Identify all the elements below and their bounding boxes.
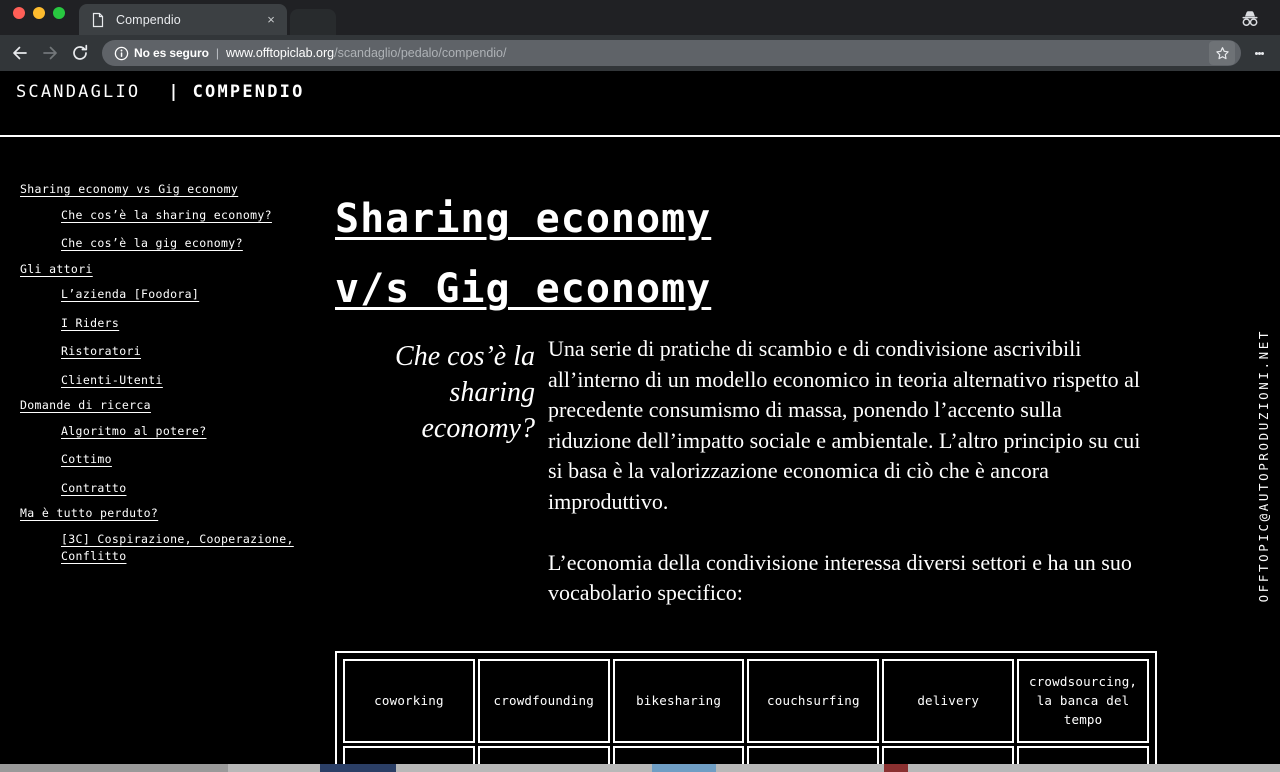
table-cell: coworking: [343, 658, 475, 743]
address-bar[interactable]: No es seguro | www.offtopiclab.org/scand…: [102, 40, 1241, 66]
table-cell: crowdfounding: [477, 658, 610, 743]
star-icon[interactable]: [1209, 41, 1235, 65]
vocabulary-table-frame: coworking crowdfounding bikesharing couc…: [335, 650, 1157, 772]
site-header: SCANDAGLIO | COMPENDIO: [0, 71, 1280, 113]
sidebar-item-cottimo[interactable]: Cottimo: [20, 451, 335, 469]
menu-dot: [1260, 51, 1264, 55]
content-area: Sharing economy vs Gig economy Che cos’è…: [0, 137, 1280, 772]
new-tab-area[interactable]: [290, 9, 336, 35]
url-text[interactable]: www.offtopiclab.org/scandaglio/pedalo/co…: [226, 46, 1209, 60]
taskbar-segment: [652, 764, 716, 772]
sidebar-item-label[interactable]: Sharing economy vs Gig economy: [20, 182, 238, 196]
window-close-button[interactable]: [13, 6, 25, 19]
sidebar-item-label[interactable]: Cottimo: [61, 452, 112, 466]
sidebar-item-label[interactable]: Ma è tutto perduto?: [20, 506, 158, 520]
sidebar-item-label[interactable]: Domande di ricerca: [20, 398, 151, 412]
paragraph-1: Una serie di pratiche di scambio e di co…: [548, 336, 1141, 514]
back-arrow-icon[interactable]: [6, 39, 34, 67]
sidebar-item-i-riders[interactable]: I Riders: [20, 315, 335, 333]
sidebar-item-ma-e-tutto-perduto[interactable]: Ma è tutto perduto?: [20, 506, 335, 520]
main-content: Sharing economy v/s Gig economy Che cos’è…: [335, 184, 1280, 772]
tab-strip: Compendio ×: [0, 0, 1280, 35]
window-minimize-button[interactable]: [33, 6, 45, 19]
sidebar-item-label[interactable]: Gli attori: [20, 262, 93, 276]
sidebar-item-gli-attori[interactable]: Gli attori: [20, 262, 335, 276]
page-viewport: SCANDAGLIO | COMPENDIO Sharing economy v…: [0, 71, 1280, 772]
desktop-taskbar-sliver: [0, 764, 1280, 772]
taskbar-segment: [884, 764, 908, 772]
incognito-icon: [1230, 5, 1270, 31]
table-row: coworking crowdfounding bikesharing couc…: [343, 658, 1149, 743]
tab-title: Compendio: [116, 12, 181, 27]
window-maximize-button[interactable]: [53, 6, 65, 19]
sidebar-item-ristoratori[interactable]: Ristoratori: [20, 343, 335, 361]
omnibox-actions: [1209, 41, 1235, 65]
vertical-email-text: OFFTOPIC@AUTOPRODUZIONI.NET: [1255, 329, 1271, 603]
close-icon[interactable]: ×: [263, 12, 279, 28]
intro-row: Che cos’è la sharing economy? Una serie …: [335, 334, 1280, 609]
sidebar-item-label[interactable]: Che cos’è la gig economy?: [61, 236, 243, 250]
window-controls: [0, 0, 77, 35]
sidebar-item-label[interactable]: Algoritmo al potere?: [61, 424, 206, 438]
taskbar-segment: [320, 764, 396, 772]
sidebar-item-che-cose-gig[interactable]: Che cos’è la gig economy?: [20, 235, 335, 253]
table-cell: bikesharing: [612, 658, 745, 743]
sidebar-item-contratto[interactable]: Contratto: [20, 480, 335, 498]
sidebar-item-label[interactable]: Che cos’è la sharing economy?: [61, 208, 272, 222]
page-icon: [90, 12, 106, 28]
table-cell: couchsurfing: [747, 658, 880, 743]
vertical-email-label[interactable]: OFFTOPIC@AUTOPRODUZIONI.NET: [1246, 231, 1280, 701]
browser-tab-compendio[interactable]: Compendio ×: [79, 4, 287, 35]
taskbar-segment: [0, 764, 228, 772]
brand-scandaglio[interactable]: SCANDAGLIO: [16, 82, 140, 102]
vocabulary-table: coworking crowdfounding bikesharing couc…: [340, 656, 1152, 772]
omnibox-separator: |: [215, 46, 219, 60]
page-title-line-1: Sharing economy: [335, 196, 712, 242]
sidebar-item-label[interactable]: L’azienda [Foodora]: [61, 287, 199, 301]
brand-separator: |: [168, 82, 179, 102]
table-of-contents: Sharing economy vs Gig economy Che cos’è…: [0, 182, 335, 577]
sidebar-item-label[interactable]: Contratto: [61, 481, 126, 495]
sidebar-item-label[interactable]: Ristoratori: [61, 344, 141, 358]
sidebar-item-domande-di-ricerca[interactable]: Domande di ricerca: [20, 398, 335, 412]
sidebar-item-sharing-vs-gig[interactable]: Sharing economy vs Gig economy: [20, 182, 335, 196]
sidebar-item-clienti-utenti[interactable]: Clienti-Utenti: [20, 372, 335, 390]
forward-arrow-icon: [36, 39, 64, 67]
security-status-label: No es seguro: [134, 46, 209, 60]
sidebar-item-label[interactable]: Clienti-Utenti: [61, 373, 163, 387]
three-dot-menu-icon[interactable]: [1246, 39, 1272, 67]
table-cell: crowdsourcing, la banca del tempo: [1017, 658, 1149, 743]
url-host: www.offtopiclab.org: [225, 46, 335, 60]
sidebar-item-3c-cospirazione[interactable]: [3C] Cospirazione, Cooperazione, Conflit…: [20, 531, 335, 566]
paragraph-2: L’economia della condivisione interessa …: [548, 549, 1132, 606]
page-title-line-2: v/s Gig economy: [335, 266, 712, 312]
browser-chrome: Compendio × No es seguro | www.offtopicl…: [0, 0, 1280, 71]
info-circle-icon[interactable]: [114, 46, 129, 61]
sidebar-item-label[interactable]: I Riders: [61, 316, 119, 330]
sidebar-item-label[interactable]: [3C] Cospirazione, Cooperazione, Conflit…: [61, 532, 294, 564]
browser-toolbar: No es seguro | www.offtopiclab.org/scand…: [0, 35, 1280, 71]
sidebar-item-algoritmo-al-potere[interactable]: Algoritmo al potere?: [20, 423, 335, 441]
brand-compendio[interactable]: COMPENDIO: [193, 82, 305, 102]
sidebar-item-lazienda-foodora[interactable]: L’azienda [Foodora]: [20, 286, 335, 304]
intro-body: Una serie di pratiche di scambio e di co…: [535, 334, 1145, 609]
url-path: /scandaglio/pedalo/compendio/: [334, 46, 507, 60]
page-title: Sharing economy v/s Gig economy: [335, 184, 805, 324]
table-cell: delivery: [882, 658, 1015, 743]
section-question: Che cos’è la sharing economy?: [395, 341, 535, 444]
sidebar-item-che-cose-sharing[interactable]: Che cos’è la sharing economy?: [20, 207, 335, 225]
reload-icon[interactable]: [66, 39, 94, 67]
